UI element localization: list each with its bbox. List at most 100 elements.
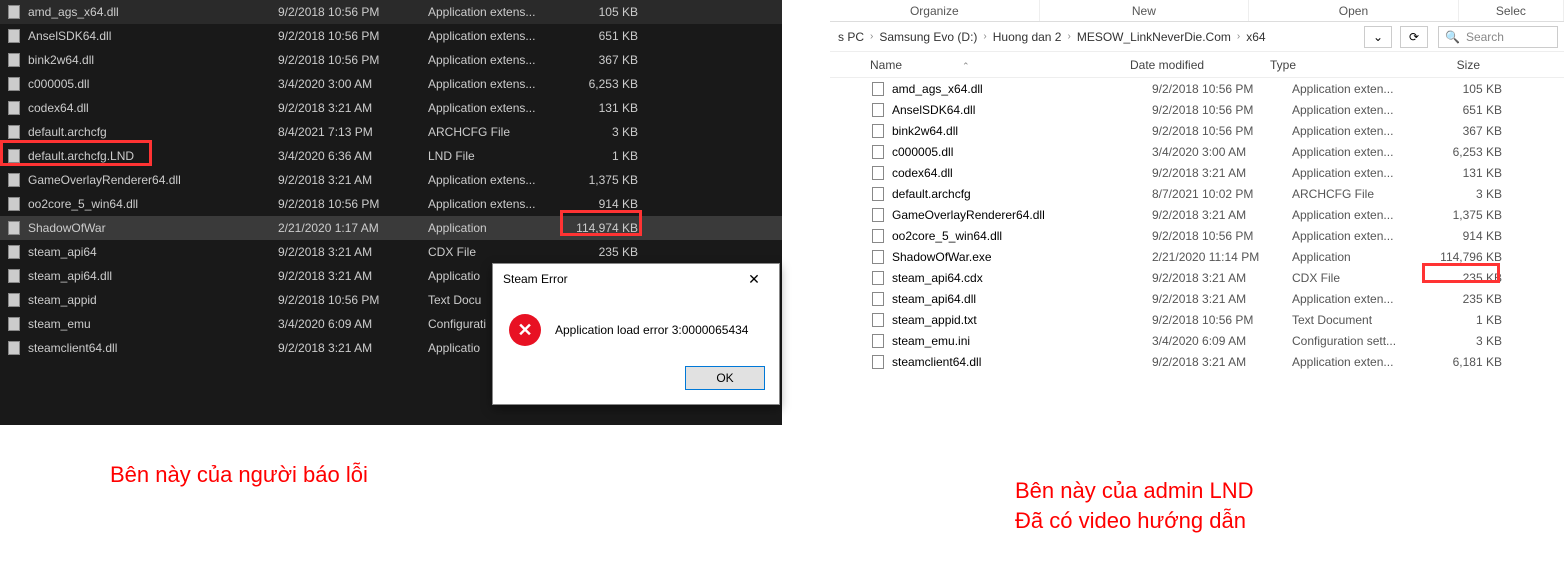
close-icon[interactable]: ✕ xyxy=(739,271,769,288)
file-row[interactable]: codex64.dll 9/2/2018 3:21 AM Application… xyxy=(0,96,782,120)
file-icon xyxy=(870,102,886,118)
file-row[interactable]: amd_ags_x64.dll 9/2/2018 10:56 PM Applic… xyxy=(850,78,1564,99)
file-row[interactable]: steam_api64 9/2/2018 3:21 AM CDX File 23… xyxy=(0,240,782,264)
refresh-icon[interactable]: ⟳ xyxy=(1400,26,1428,48)
file-name: steam_appid.txt xyxy=(892,313,1152,327)
file-type: CDX File xyxy=(1292,271,1422,285)
bc-folder1[interactable]: Huong dan 2 xyxy=(991,30,1064,44)
file-size: 1,375 KB xyxy=(568,173,648,187)
file-row[interactable]: c000005.dll 3/4/2020 3:00 AM Application… xyxy=(0,72,782,96)
file-type: Application exten... xyxy=(1292,292,1422,306)
file-row[interactable]: AnselSDK64.dll 9/2/2018 10:56 PM Applica… xyxy=(850,99,1564,120)
file-size: 1,375 KB xyxy=(1422,208,1502,222)
file-row[interactable]: GameOverlayRenderer64.dll 9/2/2018 3:21 … xyxy=(0,168,782,192)
ribbon-new[interactable]: New xyxy=(1040,0,1250,21)
file-type: Application exten... xyxy=(1292,82,1422,96)
file-name: amd_ags_x64.dll xyxy=(892,82,1152,96)
file-name: oo2core_5_win64.dll xyxy=(892,229,1152,243)
file-name: steam_appid xyxy=(28,293,278,307)
file-date: 3/4/2020 3:00 AM xyxy=(278,77,428,91)
file-icon xyxy=(6,244,22,260)
file-row[interactable]: steam_emu.ini 3/4/2020 6:09 AM Configura… xyxy=(850,330,1564,351)
header-type[interactable]: Type xyxy=(1270,58,1400,72)
file-size: 1 KB xyxy=(1422,313,1502,327)
file-row[interactable]: ShadowOfWar 2/21/2020 1:17 AM Applicatio… xyxy=(0,216,782,240)
breadcrumb[interactable]: s PC› Samsung Evo (D:)› Huong dan 2› MES… xyxy=(836,30,1356,44)
file-size: 6,253 KB xyxy=(568,77,648,91)
file-row[interactable]: oo2core_5_win64.dll 9/2/2018 10:56 PM Ap… xyxy=(0,192,782,216)
ribbon-select[interactable]: Selec xyxy=(1459,0,1564,21)
file-icon xyxy=(870,144,886,160)
header-date[interactable]: Date modified xyxy=(1130,58,1270,72)
file-date: 9/2/2018 10:56 PM xyxy=(1152,124,1292,138)
ribbon-open[interactable]: Open xyxy=(1249,0,1459,21)
ok-button[interactable]: OK xyxy=(685,366,765,390)
search-input[interactable]: 🔍 Search xyxy=(1438,26,1558,48)
file-name: bink2w64.dll xyxy=(28,53,278,67)
file-row[interactable]: steam_appid.txt 9/2/2018 10:56 PM Text D… xyxy=(850,309,1564,330)
file-date: 9/2/2018 3:21 AM xyxy=(278,245,428,259)
file-date: 3/4/2020 3:00 AM xyxy=(1152,145,1292,159)
file-date: 3/4/2020 6:09 AM xyxy=(1152,334,1292,348)
dropdown-icon[interactable]: ⌄ xyxy=(1364,26,1392,48)
file-size: 105 KB xyxy=(568,5,648,19)
file-row[interactable]: default.archcfg 8/4/2021 7:13 PM ARCHCFG… xyxy=(0,120,782,144)
ribbon-organize[interactable]: Organize xyxy=(830,0,1040,21)
file-row[interactable]: ShadowOfWar.exe 2/21/2020 11:14 PM Appli… xyxy=(850,246,1564,267)
file-size: 6,253 KB xyxy=(1422,145,1502,159)
file-type: Configuration sett... xyxy=(1292,334,1422,348)
file-icon xyxy=(6,76,22,92)
file-size: 3 KB xyxy=(1422,334,1502,348)
file-icon xyxy=(6,124,22,140)
file-icon xyxy=(6,292,22,308)
file-name: ShadowOfWar xyxy=(28,221,278,235)
file-row[interactable]: GameOverlayRenderer64.dll 9/2/2018 3:21 … xyxy=(850,204,1564,225)
file-type: Application exten... xyxy=(1292,124,1422,138)
file-name: steamclient64.dll xyxy=(892,355,1152,369)
file-name: steam_api64.dll xyxy=(892,292,1152,306)
file-type: Application exten... xyxy=(1292,208,1422,222)
bc-folder2[interactable]: MESOW_LinkNeverDie.Com xyxy=(1075,30,1233,44)
file-row[interactable]: codex64.dll 9/2/2018 3:21 AM Application… xyxy=(850,162,1564,183)
file-date: 8/7/2021 10:02 PM xyxy=(1152,187,1292,201)
file-date: 9/2/2018 10:56 PM xyxy=(1152,103,1292,117)
file-name: steam_api64.cdx xyxy=(892,271,1152,285)
file-icon xyxy=(6,28,22,44)
file-name: ShadowOfWar.exe xyxy=(892,250,1152,264)
file-row[interactable]: c000005.dll 3/4/2020 3:00 AM Application… xyxy=(850,141,1564,162)
file-row[interactable]: amd_ags_x64.dll 9/2/2018 10:56 PM Applic… xyxy=(0,0,782,24)
file-icon xyxy=(6,52,22,68)
header-size[interactable]: Size xyxy=(1400,58,1480,72)
file-row[interactable]: bink2w64.dll 9/2/2018 10:56 PM Applicati… xyxy=(0,48,782,72)
file-type: Application extens... xyxy=(428,77,568,91)
file-icon xyxy=(870,81,886,97)
file-date: 9/2/2018 3:21 AM xyxy=(1152,355,1292,369)
file-row[interactable]: oo2core_5_win64.dll 9/2/2018 10:56 PM Ap… xyxy=(850,225,1564,246)
bc-pc[interactable]: s PC xyxy=(836,30,866,44)
file-date: 2/21/2020 11:14 PM xyxy=(1152,250,1292,264)
file-row[interactable]: default.archcfg.LND 3/4/2020 6:36 AM LND… xyxy=(0,144,782,168)
file-row[interactable]: steamclient64.dll 9/2/2018 3:21 AM Appli… xyxy=(850,351,1564,372)
bc-folder3[interactable]: x64 xyxy=(1244,30,1267,44)
file-icon xyxy=(6,172,22,188)
file-icon xyxy=(6,4,22,20)
bc-drive[interactable]: Samsung Evo (D:) xyxy=(877,30,979,44)
file-icon xyxy=(870,291,886,307)
file-name: amd_ags_x64.dll xyxy=(28,5,278,19)
column-headers[interactable]: Name⌃ Date modified Type Size xyxy=(830,52,1564,78)
file-row[interactable]: steam_api64.dll 9/2/2018 3:21 AM Applica… xyxy=(850,288,1564,309)
file-row[interactable]: default.archcfg 8/7/2021 10:02 PM ARCHCF… xyxy=(850,183,1564,204)
header-name[interactable]: Name xyxy=(870,58,902,72)
file-size: 1 KB xyxy=(568,149,648,163)
file-icon xyxy=(870,354,886,370)
file-row[interactable]: bink2w64.dll 9/2/2018 10:56 PM Applicati… xyxy=(850,120,1564,141)
file-date: 9/2/2018 10:56 PM xyxy=(278,53,428,67)
file-date: 9/2/2018 3:21 AM xyxy=(278,341,428,355)
file-name: oo2core_5_win64.dll xyxy=(28,197,278,211)
file-row[interactable]: steam_api64.cdx 9/2/2018 3:21 AM CDX Fil… xyxy=(850,267,1564,288)
file-name: steam_api64.dll xyxy=(28,269,278,283)
dialog-message: Application load error 3:0000065434 xyxy=(555,323,748,337)
file-row[interactable]: AnselSDK64.dll 9/2/2018 10:56 PM Applica… xyxy=(0,24,782,48)
file-size: 105 KB xyxy=(1422,82,1502,96)
file-type: Application extens... xyxy=(428,53,568,67)
